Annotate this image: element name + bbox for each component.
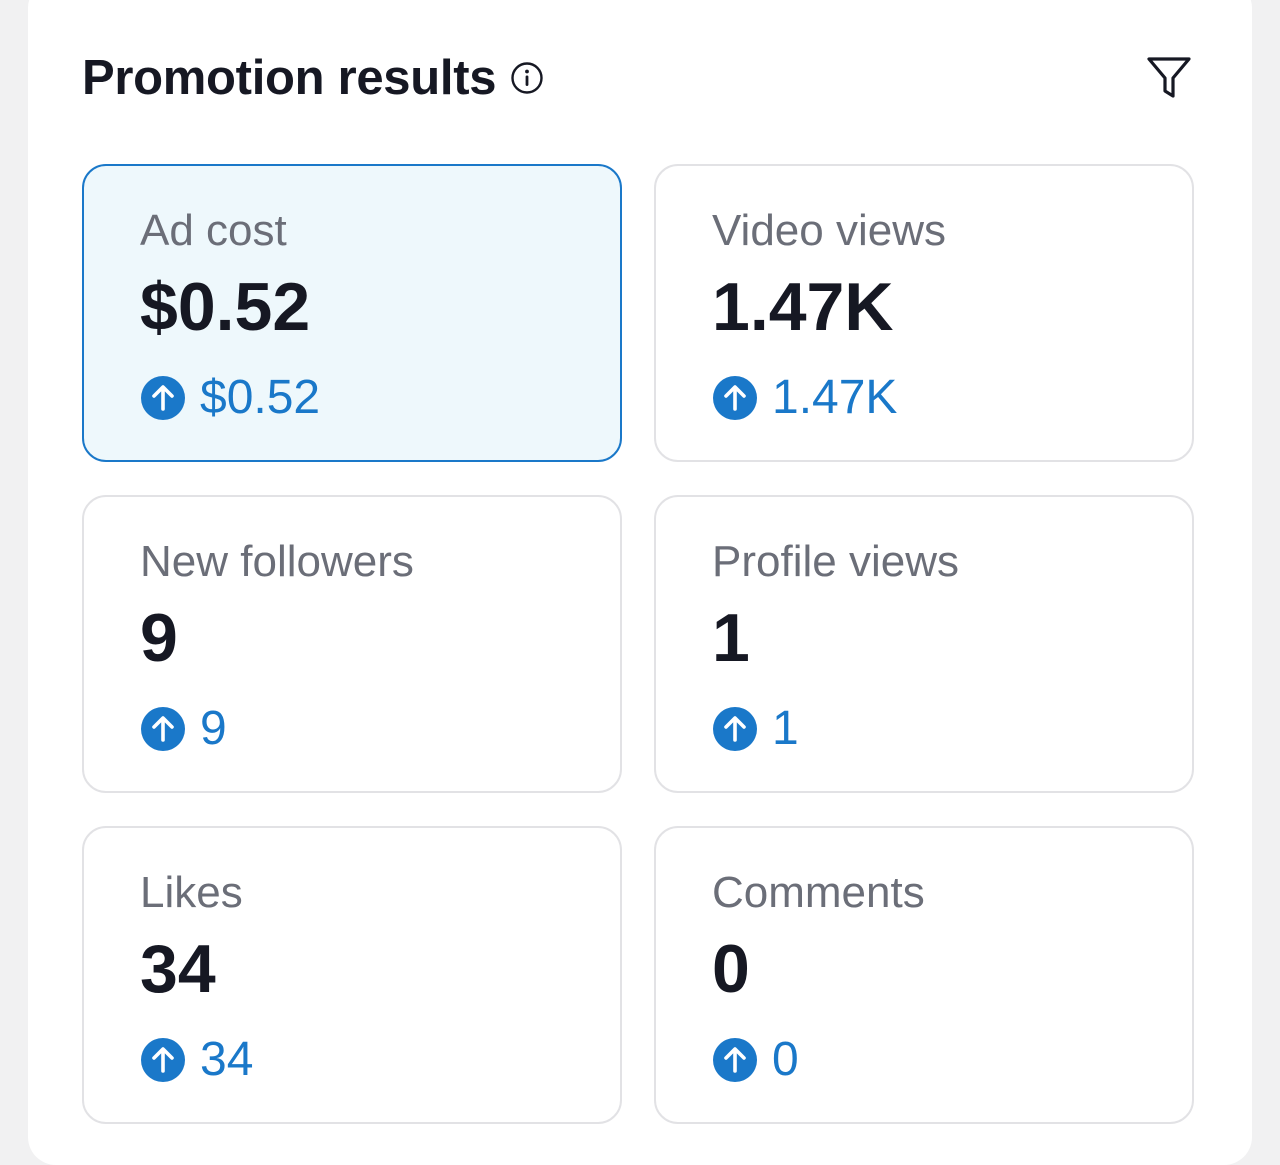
metric-label: Profile views (712, 537, 959, 586)
filter-icon[interactable] (1144, 54, 1194, 102)
metric-delta-value: 9 (200, 702, 227, 755)
info-icon[interactable] (510, 61, 544, 95)
metric-delta: 1 (712, 701, 799, 756)
metric-delta-value: 0 (772, 1033, 799, 1086)
arrow-up-circle-icon (141, 1037, 185, 1082)
metric-delta: $0.52 (140, 370, 320, 425)
metric-value: 1.47K (712, 269, 894, 345)
metric-card-ad-cost[interactable]: Ad cost $0.52 $0.52 (82, 164, 622, 462)
metric-delta-value: 1 (772, 702, 799, 755)
metric-delta: 34 (140, 1032, 253, 1087)
metric-delta-value: 1.47K (772, 371, 898, 424)
metric-card-new-followers[interactable]: New followers 9 9 (82, 495, 622, 793)
page-title: Promotion results (82, 51, 497, 105)
panel-header: Promotion results (82, 48, 544, 108)
metric-label: New followers (140, 537, 414, 586)
metric-card-comments[interactable]: Comments 0 0 (654, 826, 1194, 1124)
metric-card-video-views[interactable]: Video views 1.47K 1.47K (654, 164, 1194, 462)
metric-value: 0 (712, 931, 750, 1007)
metric-label: Comments (712, 868, 925, 917)
metric-delta: 0 (712, 1032, 799, 1087)
arrow-up-circle-icon (713, 375, 757, 420)
metric-delta-value: 34 (200, 1033, 254, 1086)
metric-value: 9 (140, 600, 178, 676)
metric-delta-value: $0.52 (200, 371, 321, 424)
arrow-up-circle-icon (713, 1037, 757, 1082)
metric-card-profile-views[interactable]: Profile views 1 1 (654, 495, 1194, 793)
metric-label: Video views (712, 206, 946, 255)
metric-label: Ad cost (140, 206, 287, 255)
metric-value: $0.52 (140, 269, 311, 345)
arrow-up-circle-icon (713, 706, 757, 751)
metric-delta: 1.47K (712, 370, 897, 425)
arrow-up-circle-icon (141, 375, 185, 420)
metric-value: 1 (712, 600, 750, 676)
arrow-up-circle-icon (141, 706, 185, 751)
metric-delta: 9 (140, 701, 227, 756)
metric-card-likes[interactable]: Likes 34 34 (82, 826, 622, 1124)
metric-value: 34 (140, 931, 216, 1007)
metric-label: Likes (140, 868, 243, 917)
